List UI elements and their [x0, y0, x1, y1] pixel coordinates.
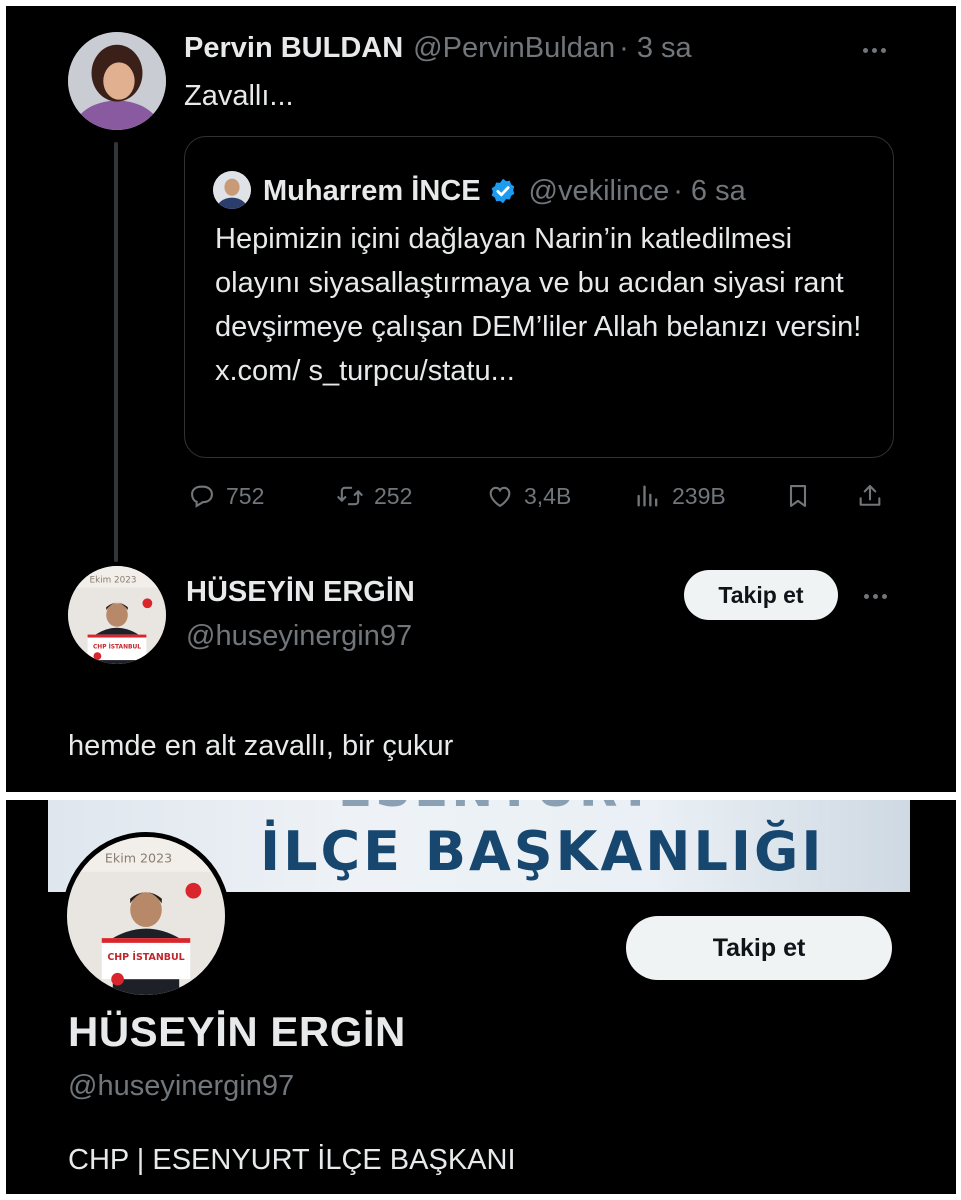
profile-bio: CHP | ESENYURT İLÇE BAŞKANI — [68, 1144, 516, 1176]
verified-icon — [489, 177, 517, 205]
profile-avatar[interactable]: Ekim 2023 CHP İSTANBUL — [62, 832, 230, 1000]
avatar[interactable]: Ekim 2023 CHP İSTANBUL — [68, 566, 166, 664]
reply-count: 752 — [226, 482, 265, 509]
bookmark-icon — [789, 485, 807, 507]
thread-connector — [114, 142, 118, 562]
more-icon[interactable] — [863, 48, 886, 53]
svg-text:CHP İSTANBUL: CHP İSTANBUL — [93, 643, 141, 650]
avatar-caption: Ekim 2023 — [105, 850, 172, 865]
post-time[interactable]: · 3 sa — [619, 32, 692, 65]
reply-button[interactable]: 752 — [188, 478, 264, 514]
banner-partial-text: ESENYURT — [338, 800, 655, 818]
avatar-image: Ekim 2023 CHP İSTANBUL — [68, 566, 166, 664]
views-icon — [637, 485, 658, 507]
share-icon — [859, 485, 881, 506]
author-name[interactable]: Pervin BULDAN — [184, 32, 403, 65]
views-button[interactable]: 239B — [634, 478, 726, 514]
repost-icon — [337, 486, 363, 506]
more-icon[interactable] — [864, 594, 887, 599]
share-button[interactable] — [856, 478, 894, 514]
quoted-tweet-card[interactable]: Muharrem İNCE @vekilince · 6 sa Hepimizi… — [184, 136, 894, 458]
avatar-image — [68, 32, 166, 130]
tweet-header: Pervin BULDAN @PervinBuldan · 3 sa — [184, 32, 692, 72]
reply-author-handle[interactable]: @huseyinergin97 — [186, 620, 412, 653]
banner-text: İLÇE BAŞKANLIĞI — [260, 820, 825, 883]
profile-panel: ESENYURT İLÇE BAŞKANLIĞI Ekim 2023 CHP İ… — [6, 800, 956, 1194]
tweet-thread-panel: Pervin BULDAN @PervinBuldan · 3 sa Zaval… — [6, 6, 956, 792]
author-handle[interactable]: @PervinBuldan — [413, 32, 615, 65]
bookmark-button[interactable] — [784, 478, 822, 514]
quoted-tweet-text: Hepimizin içini dağlayan Narin’in katled… — [215, 223, 862, 387]
avatar-caption: Ekim 2023 — [90, 576, 137, 586]
avatar-sign: CHP İSTANBUL — [107, 952, 184, 963]
quoted-post-time[interactable]: · 6 sa — [673, 175, 746, 208]
reply-icon — [191, 485, 213, 508]
profile-name: HÜSEYİN ERGİN — [68, 1008, 406, 1055]
reply-author-name[interactable]: HÜSEYİN ERGİN — [186, 576, 415, 609]
follow-button[interactable]: Takip et — [684, 570, 838, 620]
views-count: 239B — [672, 482, 726, 509]
quoted-header: Muharrem İNCE @vekilince · 6 sa — [263, 171, 746, 211]
avatar — [213, 171, 251, 209]
avatar[interactable] — [68, 32, 166, 130]
like-icon — [489, 486, 511, 508]
avatar-image: Ekim 2023 CHP İSTANBUL — [67, 837, 225, 995]
reply-text: hemde en alt zavallı, bir çukur — [68, 730, 454, 762]
like-count: 3,4B — [524, 482, 572, 509]
quoted-author-handle[interactable]: @vekilince — [529, 175, 670, 208]
profile-handle: @huseyinergin97 — [68, 1070, 295, 1102]
like-button[interactable]: 3,4B — [486, 478, 571, 514]
tweet-text: Zavallı... — [184, 80, 294, 112]
repost-button[interactable]: 252 — [336, 478, 412, 514]
repost-count: 252 — [374, 482, 413, 509]
follow-button[interactable]: Takip et — [626, 916, 892, 980]
avatar-image — [213, 171, 251, 209]
quoted-author-name[interactable]: Muharrem İNCE — [263, 175, 481, 208]
